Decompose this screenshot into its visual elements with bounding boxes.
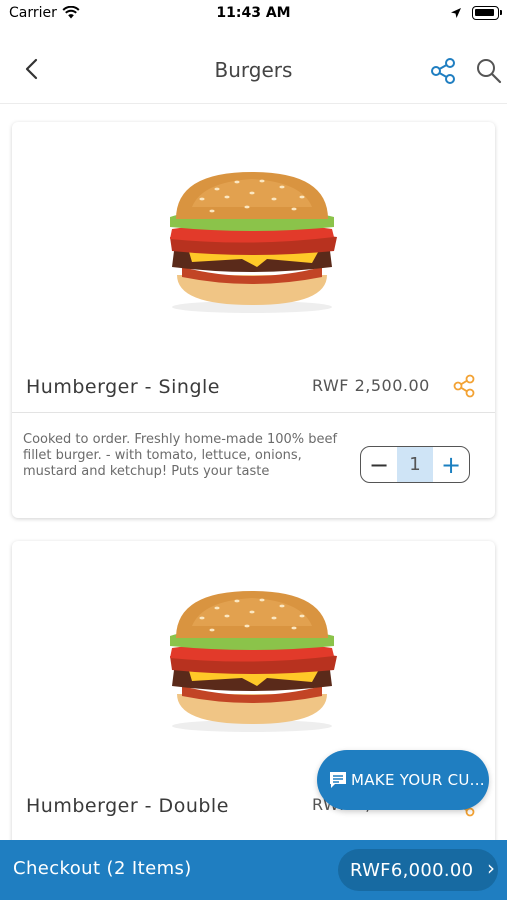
checkout-total: RWF6,000.00 <box>350 859 474 881</box>
product-name: Humberger - Double <box>26 795 229 817</box>
share-icon[interactable] <box>428 56 458 86</box>
location-arrow-icon <box>451 8 461 18</box>
burger-image <box>170 591 337 732</box>
product-image <box>12 541 495 781</box>
divider <box>12 412 495 413</box>
chat-bubble-icon <box>330 772 346 788</box>
checkout-label: Checkout (2 Items) <box>13 858 192 879</box>
decrease-quantity-button[interactable]: − <box>361 447 397 482</box>
product-description: Cooked to order. Freshly home-made 100% … <box>23 432 338 479</box>
status-time: 11:43 AM <box>216 5 291 21</box>
product-price: RWF 2,500.00 <box>312 376 430 395</box>
quantity-value: 1 <box>397 447 433 482</box>
status-bar: Carrier 11:43 AM <box>0 0 507 30</box>
battery-icon <box>472 6 502 20</box>
checkout-total-pill[interactable]: RWF6,000.00 <box>338 849 498 891</box>
navigation-bar: Burgers <box>0 30 507 104</box>
share-icon[interactable] <box>451 373 477 399</box>
checkout-bar[interactable]: Checkout (2 Items) RWF6,000.00 › <box>0 840 507 900</box>
product-name: Humberger - Single <box>26 376 220 398</box>
quantity-stepper[interactable]: − 1 + <box>360 446 470 483</box>
product-list[interactable]: Humberger - Single RWF 2,500.00 Cooked t… <box>0 104 507 840</box>
search-icon[interactable] <box>474 56 504 86</box>
chat-label: MAKE YOUR CU... <box>351 771 485 789</box>
chat-button[interactable]: MAKE YOUR CU... <box>317 750 489 810</box>
product-image <box>12 122 495 362</box>
product-card[interactable]: Humberger - Single RWF 2,500.00 Cooked t… <box>12 122 495 518</box>
chevron-right-icon: › <box>487 856 495 880</box>
increase-quantity-button[interactable]: + <box>433 447 469 482</box>
burger-image <box>170 172 337 313</box>
